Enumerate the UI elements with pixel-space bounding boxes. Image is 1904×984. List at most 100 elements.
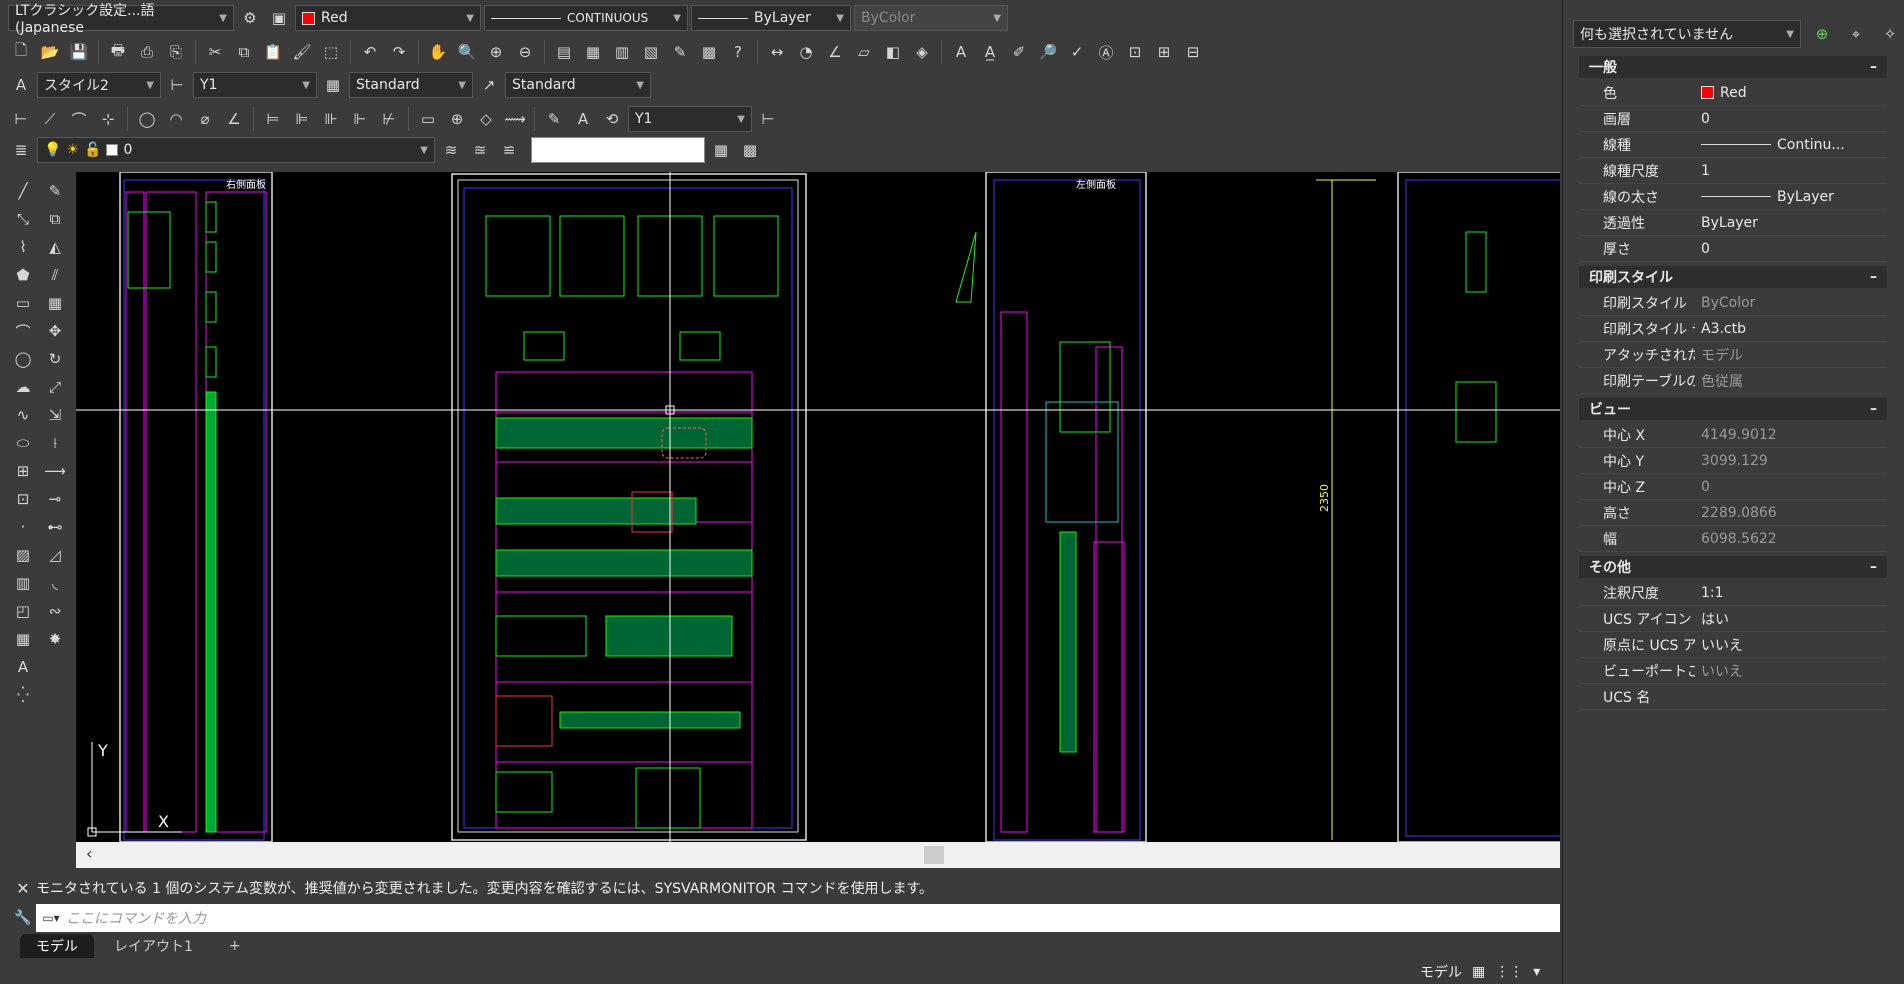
calculator-icon[interactable]: ▩ xyxy=(696,39,722,65)
mirror-icon[interactable]: ◭ xyxy=(42,234,68,260)
property-row[interactable]: UCS アイコン オンはい xyxy=(1579,606,1887,632)
property-row[interactable]: 印刷スタイル ByColor xyxy=(1579,290,1887,316)
property-row[interactable]: 画層 0 xyxy=(1579,106,1887,132)
dim-ordinate-icon[interactable]: ⊹ xyxy=(95,106,121,132)
layer-select[interactable]: 💡 ☀ 🔓 0 ▼ xyxy=(37,137,435,163)
color-select[interactable]: Red ▼ xyxy=(295,5,481,31)
zoom-realtime-icon[interactable]: 🔍 xyxy=(454,39,480,65)
cut-icon[interactable]: ✂ xyxy=(202,39,228,65)
redo-icon[interactable]: ↷ xyxy=(386,39,412,65)
quick-select-icon[interactable]: ✧ xyxy=(1877,21,1903,47)
status-model-button[interactable]: モデル xyxy=(1420,962,1462,982)
property-value[interactable]: Continu... xyxy=(1695,137,1887,153)
polyline-icon[interactable]: ⌇ xyxy=(10,234,36,260)
mleader-style-select[interactable]: Standard ▼ xyxy=(505,72,651,98)
property-value[interactable]: モデル xyxy=(1695,345,1887,365)
wrench-icon[interactable]: 🔧 xyxy=(10,904,36,932)
scale-text-icon[interactable]: ⊡ xyxy=(1122,39,1148,65)
tab-model[interactable]: モデル xyxy=(20,934,94,958)
property-row[interactable]: 線種尺度 1 xyxy=(1579,158,1887,184)
scroll-left-icon[interactable]: ‹ xyxy=(86,844,92,863)
property-value[interactable]: 3099.129 xyxy=(1695,453,1887,469)
spline-icon[interactable]: ∿ xyxy=(10,402,36,428)
property-row[interactable]: 中心 Y 3099.129 xyxy=(1579,448,1887,474)
rectangle-icon[interactable]: ▭ xyxy=(10,290,36,316)
jogged-linear-icon[interactable]: ⟿ xyxy=(502,106,528,132)
layer-filter-icon[interactable]: ▩ xyxy=(737,137,763,163)
grid-icon[interactable]: ▦ xyxy=(1472,964,1485,980)
layer-previous-icon[interactable]: ≊ xyxy=(467,137,493,163)
collapse-icon[interactable]: – xyxy=(1870,559,1877,575)
property-row[interactable]: 中心 Z 0 xyxy=(1579,474,1887,500)
property-value[interactable]: 1:1 xyxy=(1695,585,1887,601)
copy-object-icon[interactable]: ⧉ xyxy=(42,206,68,232)
property-row[interactable]: 幅 6098.5622 xyxy=(1579,526,1887,552)
explode-icon[interactable]: ✸ xyxy=(42,626,68,652)
dim-style-manager-icon[interactable]: ⊢ xyxy=(755,106,781,132)
edit-text-icon[interactable]: ✐ xyxy=(1006,39,1032,65)
dim-style-icon[interactable]: ⊢ xyxy=(164,72,190,98)
erase-icon[interactable]: ✎ xyxy=(42,178,68,204)
construction-line-icon[interactable]: ⤡ xyxy=(10,206,36,232)
property-row[interactable]: 色 Red xyxy=(1579,80,1887,106)
scale-icon[interactable]: ⤢ xyxy=(42,374,68,400)
line-icon[interactable]: ╱ xyxy=(10,178,36,204)
zoom-previous-icon[interactable]: ⊖ xyxy=(512,39,538,65)
property-row[interactable]: 厚さ 0 xyxy=(1579,236,1887,262)
measure-angle-icon[interactable]: ∠ xyxy=(822,39,848,65)
horizontal-scrollbar[interactable]: ‹ xyxy=(76,842,1560,868)
dim-space-icon[interactable]: ⊩ xyxy=(347,106,373,132)
toggle-pickadd-icon[interactable]: ⊕ xyxy=(1809,21,1835,47)
dim-update-icon[interactable]: ⟲ xyxy=(599,106,625,132)
property-value[interactable]: 1 xyxy=(1695,163,1887,179)
extend-icon[interactable]: ⟶ xyxy=(42,458,68,484)
sheet-set-icon[interactable]: ▧ xyxy=(638,39,664,65)
insert-block-icon[interactable]: ⊞ xyxy=(10,458,36,484)
property-row[interactable]: 線の太さ ByLayer xyxy=(1579,184,1887,210)
property-value[interactable]: 4149.9012 xyxy=(1695,427,1887,443)
scroll-thumb[interactable] xyxy=(924,846,944,864)
array-icon[interactable]: ▦ xyxy=(42,290,68,316)
lineweight-select[interactable]: ByLayer ▼ xyxy=(691,5,851,31)
new-file-icon[interactable]: 🗋 xyxy=(8,39,34,65)
grid-view-icon[interactable]: ▦ xyxy=(708,137,734,163)
3d-view-icon[interactable]: ◈ xyxy=(909,39,935,65)
rotate-icon[interactable]: ↻ xyxy=(42,346,68,372)
property-value[interactable]: 6098.5622 xyxy=(1695,531,1887,547)
spell-check-icon[interactable]: ✓ xyxy=(1064,39,1090,65)
ellipse-icon[interactable]: ⬭ xyxy=(10,430,36,456)
search-field[interactable] xyxy=(531,137,705,163)
stretch-icon[interactable]: ⇲ xyxy=(42,402,68,428)
dim-edit-icon[interactable]: ✎ xyxy=(541,106,567,132)
property-value[interactable]: いいえ xyxy=(1695,661,1887,681)
property-row[interactable]: 原点に UCS ア... いいえ xyxy=(1579,632,1887,658)
command-line[interactable]: 🔧 ▭▾ ここにコマンドを入力 xyxy=(10,904,1560,932)
dim-style-select-2[interactable]: Y1 ▼ xyxy=(628,106,752,132)
undo-icon[interactable]: ↶ xyxy=(357,39,383,65)
dim-text-edit-icon[interactable]: A xyxy=(570,106,596,132)
tool-palettes-icon[interactable]: ▥ xyxy=(609,39,635,65)
add-selected-icon[interactable]: ⁛ xyxy=(10,682,36,708)
measure-area-icon[interactable]: ▱ xyxy=(851,39,877,65)
dim-continue-icon[interactable]: ⊪ xyxy=(318,106,344,132)
match-properties-icon[interactable]: 🖌 xyxy=(289,39,315,65)
command-prompt-icon[interactable]: ▭▾ xyxy=(36,911,66,925)
property-value[interactable]: 0 xyxy=(1695,111,1887,127)
workspace-settings-icon[interactable]: ▣ xyxy=(266,5,292,31)
section-header[interactable]: 一般 – xyxy=(1579,56,1887,78)
dim-style-select[interactable]: Y1 ▼ xyxy=(193,72,317,98)
mleader-style-icon[interactable]: ↗ xyxy=(476,72,502,98)
dim-break-icon[interactable]: ⊬ xyxy=(376,106,402,132)
close-icon[interactable]: ✕ xyxy=(10,879,36,898)
help-icon[interactable]: ? xyxy=(725,39,751,65)
break-icon[interactable]: ⊸ xyxy=(42,486,68,512)
property-value[interactable]: ByColor xyxy=(1695,295,1887,311)
command-input[interactable]: ここにコマンドを入力 xyxy=(66,908,206,928)
annotative-text-icon[interactable]: A̲ xyxy=(977,39,1003,65)
polygon-icon[interactable]: ⬟ xyxy=(10,262,36,288)
property-row[interactable]: ビューポートごと... いいえ xyxy=(1579,658,1887,684)
dim-jogged-icon[interactable]: ◠ xyxy=(163,106,189,132)
collapse-icon[interactable]: – xyxy=(1870,401,1877,417)
justify-text-icon[interactable]: ⊞ xyxy=(1151,39,1177,65)
hatch-icon[interactable]: ▨ xyxy=(10,542,36,568)
